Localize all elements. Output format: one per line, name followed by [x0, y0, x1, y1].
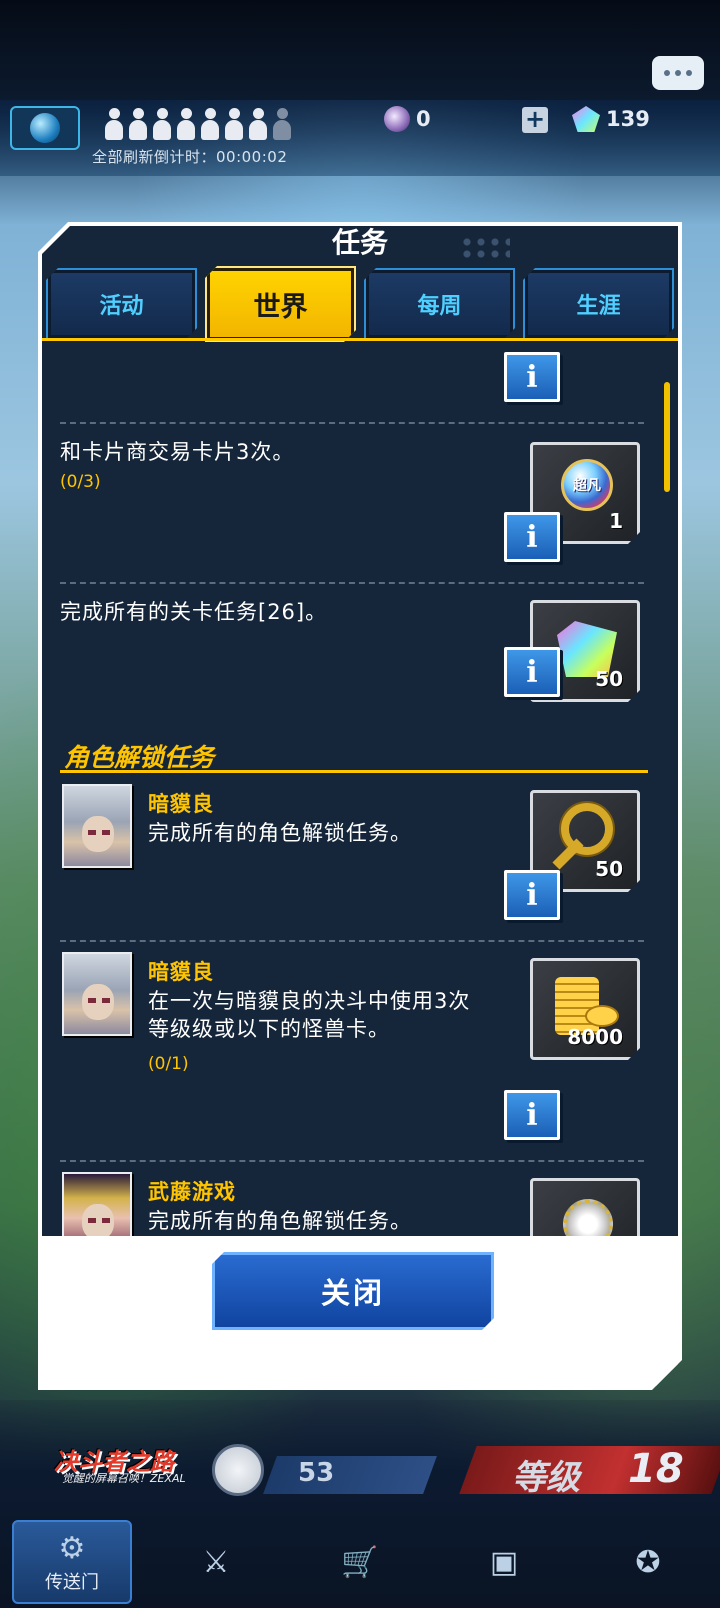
- rank-label: 等级: [512, 1458, 580, 1498]
- level-value: 53: [298, 1458, 335, 1488]
- nav-duelist[interactable]: ✪: [588, 1520, 708, 1604]
- person-icon: [272, 108, 292, 142]
- portal-icon: ⚙: [58, 1530, 86, 1566]
- mission-progress: (0/3): [60, 472, 101, 492]
- tab-event[interactable]: 活动: [46, 268, 197, 340]
- reward-quantity: 1: [609, 509, 623, 533]
- divider: [60, 582, 644, 584]
- person-icon: [152, 108, 172, 142]
- bottom-nav: ⚙ 传送门 ⚔ 🛒 ▣ ✪: [0, 1516, 720, 1608]
- mission-list[interactable]: i 和卡片商交易卡片3次。 (0/3) 超凡 1 i 完成所有的关卡任务[26]…: [42, 342, 678, 1358]
- reward-quantity: 8000: [567, 1025, 623, 1049]
- character-avatar: [62, 784, 132, 868]
- divider: [60, 1160, 644, 1162]
- nav-shop[interactable]: 🛒: [300, 1520, 420, 1604]
- info-button[interactable]: i: [504, 352, 560, 402]
- nav-portal[interactable]: ⚙ 传送门: [12, 1520, 132, 1604]
- section-title: 角色解锁任务: [64, 743, 215, 772]
- crossed-swords-icon: ⚔: [202, 1544, 230, 1580]
- mission-text: 和卡片商交易卡片3次。: [60, 440, 295, 464]
- character-name: 武藤游戏: [148, 1180, 236, 1204]
- info-button[interactable]: i: [504, 647, 560, 697]
- duelist-gear-icon: ✪: [635, 1544, 661, 1580]
- shopping-cart-icon: 🛒: [341, 1544, 379, 1580]
- character-mission-text-line1: 在一次与暗貘良的决斗中使用3次: [148, 989, 471, 1013]
- character-name: 暗貘良: [148, 792, 214, 816]
- character-mission-text-line2: 等级级或以下的怪兽卡。: [148, 1017, 390, 1041]
- rank-value: 18: [628, 1446, 684, 1492]
- tab-career[interactable]: 生涯: [523, 268, 674, 340]
- tab-world[interactable]: 世界: [205, 266, 356, 342]
- level-disc-icon: [212, 1444, 264, 1496]
- mission-tabs: 活动 世界 每周 生涯: [46, 264, 674, 342]
- missions-dialog: 任务 活动 世界 每周 生涯 i 和卡片商交易卡片3次。 (0/3) 超凡 1 …: [38, 222, 682, 1390]
- world-globe-button[interactable]: [10, 106, 80, 150]
- close-button[interactable]: 关闭: [212, 1252, 494, 1330]
- add-gems-button[interactable]: +: [522, 107, 548, 133]
- divider: [60, 940, 644, 942]
- orb-icon: [384, 106, 410, 132]
- mission-progress: (0/1): [148, 1054, 189, 1074]
- globe-icon: [30, 113, 60, 143]
- character-mission-text: 完成所有的角色解锁任务。: [148, 821, 412, 845]
- character-mission-text: 完成所有的角色解锁任务。: [148, 1209, 412, 1233]
- info-button[interactable]: i: [504, 512, 560, 562]
- cards-icon: ▣: [489, 1544, 519, 1580]
- reward-quantity: 50: [595, 857, 623, 881]
- mission-text: 完成所有的关卡任务[26]。: [60, 600, 328, 624]
- nav-deck[interactable]: ▣: [444, 1520, 564, 1604]
- scrollbar[interactable]: [664, 382, 670, 492]
- refresh-countdown: 全部刷新倒计时：00:00:02: [92, 148, 288, 166]
- reward-quantity: 50: [595, 667, 623, 691]
- nav-duel[interactable]: ⚔: [156, 1520, 276, 1604]
- person-icon: [200, 108, 220, 142]
- orb-count: 0: [416, 107, 431, 131]
- chat-bubble-icon[interactable]: [652, 56, 704, 90]
- orb-counter: 0: [384, 106, 431, 132]
- dialog-title: 任务: [331, 226, 388, 259]
- person-icon: [224, 108, 244, 142]
- duelist-road-subtitle: 觉醒的屏幕召唤！ZEXAL: [62, 1472, 186, 1485]
- divider: [60, 422, 644, 424]
- hex-decoration: [460, 236, 510, 260]
- section-line: [60, 770, 648, 773]
- party-slots: [104, 108, 292, 142]
- tab-weekly[interactable]: 每周: [364, 268, 515, 340]
- info-button[interactable]: i: [504, 870, 560, 920]
- reward-box[interactable]: 8000: [530, 958, 640, 1060]
- person-icon: [248, 108, 268, 142]
- level-bar: [263, 1456, 437, 1494]
- character-avatar: [62, 952, 132, 1036]
- character-name: 暗貘良: [148, 960, 214, 984]
- reward-orb-label: 超凡: [573, 478, 601, 494]
- person-icon: [128, 108, 148, 142]
- info-button[interactable]: i: [504, 1090, 560, 1140]
- gem-icon: [572, 106, 600, 132]
- nav-portal-label: 传送门: [45, 1571, 99, 1593]
- person-icon: [176, 108, 196, 142]
- person-icon: [104, 108, 124, 142]
- tabs-underline: [42, 338, 678, 341]
- top-status-bar: [0, 0, 720, 100]
- gem-counter: 139: [572, 106, 650, 132]
- gem-count: 139: [606, 107, 650, 131]
